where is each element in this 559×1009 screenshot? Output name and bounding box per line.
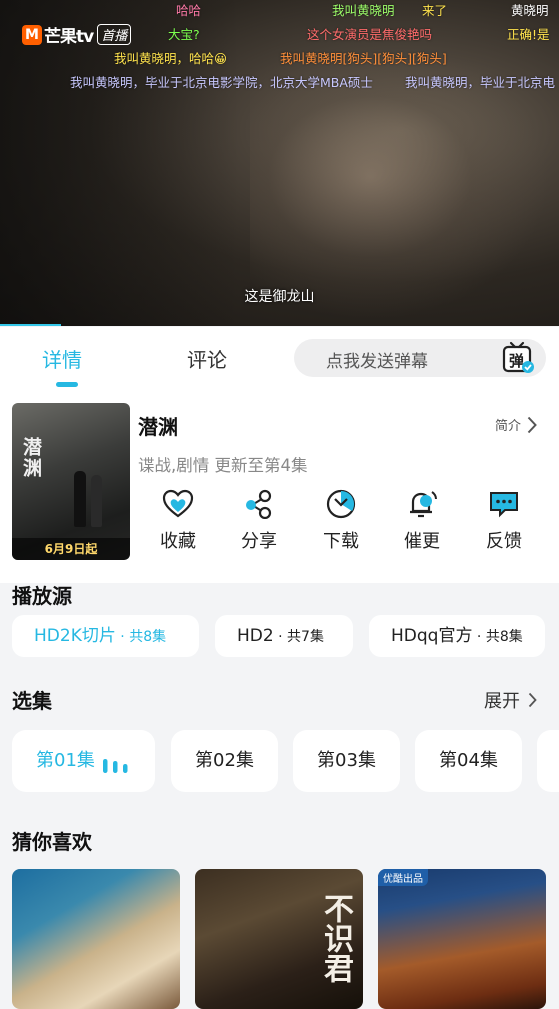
episode-item[interactable]: 第03集 — [293, 730, 400, 792]
recommend-title: 猜你喜欢 — [12, 830, 92, 854]
intro-label: 简介 — [494, 419, 521, 434]
urge-update-button[interactable]: 催更 — [382, 489, 462, 553]
feedback-button[interactable]: 反馈 — [464, 489, 544, 553]
active-tab-indicator — [56, 382, 78, 387]
source-chip[interactable]: HDqq官方 · 共8集 — [369, 615, 545, 657]
episode-item[interactable]: 第02集 — [171, 730, 278, 792]
show-title: 潜渊 — [138, 415, 178, 439]
danmaku-comment: 正确!是 — [507, 27, 550, 42]
danmaku-comment: 我叫黄晓明，毕业于北京电影学院，北京大学MBA硕士 — [70, 75, 373, 90]
episode-item[interactable]: 第01集 — [12, 730, 155, 792]
danmaku-comment: 我叫黄晓明 — [332, 3, 395, 18]
premiere-tag: 首播 — [97, 24, 132, 45]
danmaku-comment: 这个女演员是焦俊艳吗 — [307, 27, 433, 42]
poster-title: 潜渊 — [20, 437, 42, 479]
source-chip[interactable]: HD2K切片 · 共8集 — [12, 615, 199, 657]
episode-label: 第02集 — [195, 750, 254, 771]
expand-episodes-link[interactable]: 展开 — [484, 687, 537, 713]
danmaku-comment: 我叫黄晓明[狗头][狗头][狗头] — [280, 51, 447, 66]
source-name: HDqq官方 — [391, 626, 473, 646]
danmaku-comment: 黄晓明 — [511, 3, 549, 18]
chevron-right-icon — [528, 692, 537, 708]
play-source-title: 播放源 — [12, 584, 72, 608]
poster-figure — [74, 471, 86, 527]
recommend-card[interactable]: 不识君 — [195, 869, 363, 1009]
intro-link[interactable]: 简介 — [495, 415, 537, 434]
episode-label: 第01集 — [36, 750, 95, 771]
detail-tab-bar: 详情 评论 点我发送弹幕 弹 — [0, 327, 559, 389]
video-subtitle: 这是御龙山 — [244, 289, 315, 305]
chevron-right-icon — [527, 416, 537, 433]
poster-figure — [91, 475, 102, 527]
action-label: 催更 — [404, 531, 440, 552]
mango-logo-mark: M — [22, 24, 42, 45]
episode-item[interactable]: 第04集 — [415, 730, 522, 792]
favorite-button[interactable]: 收藏 — [138, 489, 218, 553]
episode-item[interactable] — [537, 730, 559, 792]
recommend-poster-title: 不识君 — [318, 893, 353, 983]
tab-detail[interactable]: 详情 — [42, 344, 82, 373]
poster-release-date: 6月9日起 — [12, 538, 130, 560]
episode-list-title: 选集 — [12, 689, 52, 713]
mango-tv-logo: M 芒果tv 首播 — [22, 22, 132, 47]
action-label: 下载 — [323, 531, 359, 552]
danmaku-comment: 我叫黄晓明，毕业于北京电 — [405, 75, 556, 90]
episode-label: 第03集 — [317, 750, 376, 771]
share-button[interactable]: 分享 — [219, 489, 299, 553]
source-name: HD2K切片 — [34, 626, 116, 646]
expand-label: 展开 — [484, 691, 520, 712]
danmaku-toggle-label: 弹 — [509, 352, 524, 370]
show-meta: 谍战,剧情 更新至第4集 — [138, 456, 308, 475]
send-danmaku-input[interactable]: 点我发送弹幕 弹 — [294, 339, 546, 377]
recommend-card[interactable] — [12, 869, 180, 1009]
video-player[interactable]: M 芒果tv 首播 哈哈 我叫黄晓明 来了 黄晓明 大宝? 这个女演员是焦俊艳吗… — [0, 0, 559, 326]
share-icon — [246, 489, 272, 519]
playback-progress-bar[interactable] — [0, 324, 62, 326]
danmaku-comment: 大宝? — [168, 27, 200, 42]
download-icon — [326, 489, 356, 519]
show-info-card: 潜渊 6月9日起 潜渊 简介 谍战,剧情 更新至第4集 收藏 分享 下载 催更 … — [0, 389, 559, 583]
action-label: 反馈 — [486, 531, 522, 552]
action-label: 收藏 — [160, 531, 196, 552]
feedback-icon — [490, 492, 518, 518]
source-episode-count: · 共8集 — [472, 629, 523, 645]
danmaku-comment: 哈哈 — [176, 3, 202, 18]
video-frame — [250, 60, 550, 320]
episode-label: 第04集 — [439, 750, 498, 771]
mango-logo-text: 芒果tv — [44, 27, 94, 47]
recommend-card[interactable]: 优酷出品 — [378, 869, 546, 1009]
danmaku-toggle-icon[interactable]: 弹 — [500, 341, 536, 375]
source-episode-count: · 共8集 — [115, 629, 167, 645]
tab-comment[interactable]: 评论 — [187, 344, 227, 373]
source-chip[interactable]: HD2 · 共7集 — [215, 615, 353, 657]
danmaku-comment: 来了 — [422, 3, 448, 18]
bell-icon — [410, 491, 437, 518]
source-episode-count: · 共7集 — [273, 629, 324, 645]
now-playing-icon — [103, 759, 128, 773]
action-label: 分享 — [241, 531, 277, 552]
send-danmaku-placeholder: 点我发送弹幕 — [326, 352, 428, 372]
download-button[interactable]: 下载 — [301, 489, 381, 553]
source-name: HD2 — [237, 626, 274, 646]
danmaku-comment: 我叫黄晓明，哈哈😀 — [114, 51, 228, 66]
show-poster[interactable]: 潜渊 6月9日起 — [12, 403, 130, 560]
heart-icon — [162, 489, 194, 518]
producer-badge: 优酷出品 — [378, 869, 428, 886]
